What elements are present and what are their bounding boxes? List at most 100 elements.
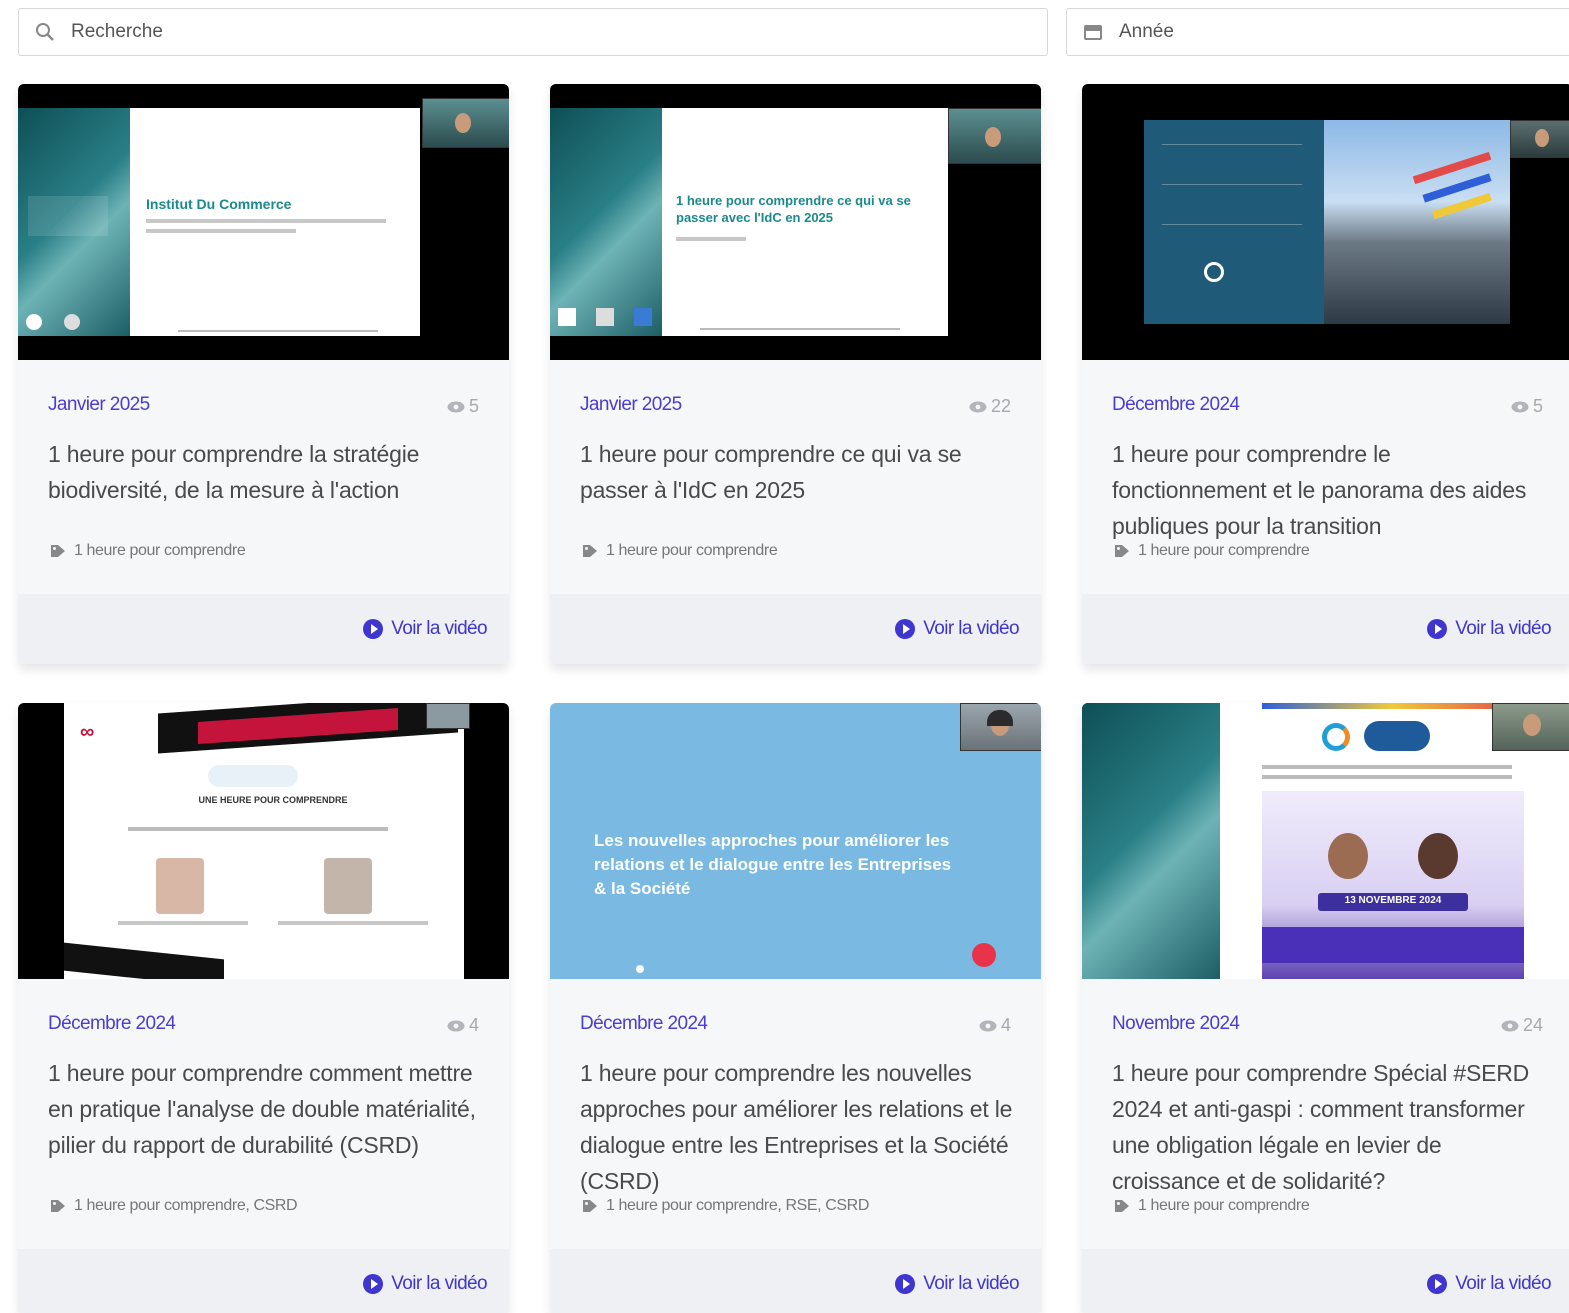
watch-video-label: Voir la vidéo xyxy=(1455,1273,1551,1294)
video-card[interactable]: Les nouvelles approches pour améliorer l… xyxy=(550,703,1041,1313)
tag-icon xyxy=(51,1200,65,1212)
watch-video-label: Voir la vidéo xyxy=(923,618,1019,639)
tags-text: 1 heure pour comprendre, RSE, CSRD xyxy=(606,1197,869,1214)
view-count: 4 xyxy=(447,1015,479,1036)
watch-video-button[interactable]: Voir la vidéo xyxy=(363,618,488,640)
watch-video-label: Voir la vidéo xyxy=(391,618,487,639)
video-title[interactable]: 1 heure pour comprendre le fonctionnemen… xyxy=(1112,436,1545,544)
card-meta: Décembre 2024 5 xyxy=(1112,394,1543,418)
slide-heading: UNE HEURE POUR COMPRENDRE xyxy=(198,795,348,805)
card-footer: Voir la vidéo xyxy=(18,594,509,664)
watch-video-button[interactable]: Voir la vidéo xyxy=(895,618,1020,640)
play-icon xyxy=(895,1274,916,1294)
eye-icon xyxy=(1511,401,1529,412)
video-thumbnail[interactable]: ∞ UNE HEURE POUR COMPRENDRE xyxy=(18,703,509,979)
video-card[interactable]: 13 NOVEMBRE 2024 Novembre 2024 24 1 heur… xyxy=(1082,703,1569,1313)
slide-heading: Institut Du Commerce xyxy=(146,196,292,212)
video-tags: 1 heure pour comprendre xyxy=(1114,542,1553,560)
view-count-value: 24 xyxy=(1522,1015,1543,1035)
play-icon xyxy=(895,619,916,639)
filter-bar xyxy=(18,8,1569,58)
view-count: 24 xyxy=(1501,1015,1543,1036)
view-count-value: 5 xyxy=(468,396,479,416)
slide-heading: Les nouvelles approches pour améliorer l… xyxy=(594,831,952,898)
eye-icon xyxy=(447,401,465,412)
year-filter[interactable] xyxy=(1066,8,1569,56)
video-card[interactable]: ∞ UNE HEURE POUR COMPRENDRE Décembre 202… xyxy=(18,703,509,1313)
watch-video-label: Voir la vidéo xyxy=(1455,618,1551,639)
search-box[interactable] xyxy=(18,8,1048,56)
video-card[interactable]: Institut Du Commerce Janvier 2025 5 1 he… xyxy=(18,84,509,664)
tag-icon xyxy=(583,1200,597,1212)
watch-video-button[interactable]: Voir la vidéo xyxy=(895,1273,1020,1295)
tag-icon xyxy=(51,545,65,557)
video-date: Décembre 2024 xyxy=(580,1013,708,1034)
slide-heading: 1 heure pour comprendre ce qui va se pas… xyxy=(676,193,911,225)
view-count-value: 4 xyxy=(1000,1015,1011,1035)
video-title[interactable]: 1 heure pour comprendre les nouvelles ap… xyxy=(580,1055,1013,1199)
card-meta: Novembre 2024 24 xyxy=(1112,1013,1543,1037)
video-tags: 1 heure pour comprendre xyxy=(50,542,489,560)
view-count: 4 xyxy=(979,1015,1011,1036)
card-footer: Voir la vidéo xyxy=(1082,1249,1569,1313)
video-tags: 1 heure pour comprendre, CSRD xyxy=(50,1197,489,1215)
video-date: Décembre 2024 xyxy=(1112,394,1240,415)
card-footer: Voir la vidéo xyxy=(18,1249,509,1313)
watch-video-button[interactable]: Voir la vidéo xyxy=(1427,1273,1552,1295)
search-input[interactable] xyxy=(71,9,1047,55)
video-thumbnail[interactable]: 1 heure pour comprendre ce qui va se pas… xyxy=(550,84,1041,360)
video-tags: 1 heure pour comprendre, RSE, CSRD xyxy=(582,1197,1021,1215)
eye-icon xyxy=(969,401,987,412)
watch-video-label: Voir la vidéo xyxy=(391,1273,487,1294)
view-count-value: 22 xyxy=(990,396,1011,416)
card-meta: Janvier 2025 5 xyxy=(48,394,479,418)
card-meta: Décembre 2024 4 xyxy=(48,1013,479,1037)
tag-icon xyxy=(583,545,597,557)
view-count: 5 xyxy=(1511,396,1543,417)
view-count-value: 5 xyxy=(1532,396,1543,416)
view-count-value: 4 xyxy=(468,1015,479,1035)
tags-text: 1 heure pour comprendre xyxy=(74,542,246,559)
video-card[interactable]: 1 heure pour comprendre ce qui va se pas… xyxy=(550,84,1041,664)
card-footer: Voir la vidéo xyxy=(550,594,1041,664)
tags-text: 1 heure pour comprendre xyxy=(606,542,778,559)
watch-video-button[interactable]: Voir la vidéo xyxy=(363,1273,488,1295)
video-title[interactable]: 1 heure pour comprendre comment mettre e… xyxy=(48,1055,481,1163)
play-icon xyxy=(1427,619,1448,639)
tag-icon xyxy=(1115,545,1129,557)
watch-video-label: Voir la vidéo xyxy=(923,1273,1019,1294)
video-title[interactable]: 1 heure pour comprendre ce qui va se pas… xyxy=(580,436,1013,508)
video-date: Janvier 2025 xyxy=(48,394,150,415)
tags-text: 1 heure pour comprendre, CSRD xyxy=(74,1197,298,1214)
play-icon xyxy=(1427,1274,1448,1294)
video-date: Janvier 2025 xyxy=(580,394,682,415)
video-thumbnail[interactable]: 13 NOVEMBRE 2024 xyxy=(1082,703,1569,979)
video-date: Décembre 2024 xyxy=(48,1013,176,1034)
video-tags: 1 heure pour comprendre xyxy=(1114,1197,1553,1215)
play-icon xyxy=(363,619,384,639)
play-icon xyxy=(363,1274,384,1294)
watch-video-button[interactable]: Voir la vidéo xyxy=(1427,618,1552,640)
calendar-icon xyxy=(1067,23,1119,41)
view-count: 22 xyxy=(969,396,1011,417)
tag-icon xyxy=(1115,1200,1129,1212)
card-meta: Janvier 2025 22 xyxy=(580,394,1011,418)
card-footer: Voir la vidéo xyxy=(1082,594,1569,664)
video-date: Novembre 2024 xyxy=(1112,1013,1240,1034)
video-card[interactable]: Décembre 2024 5 1 heure pour comprendre … xyxy=(1082,84,1569,664)
view-count: 5 xyxy=(447,396,479,417)
card-footer: Voir la vidéo xyxy=(550,1249,1041,1313)
video-title[interactable]: 1 heure pour comprendre la stratégie bio… xyxy=(48,436,481,508)
video-title[interactable]: 1 heure pour comprendre Spécial #SERD 20… xyxy=(1112,1055,1545,1199)
eye-icon xyxy=(979,1020,997,1031)
slide-heading: 13 NOVEMBRE 2024 xyxy=(1344,895,1442,906)
year-input[interactable] xyxy=(1119,9,1569,55)
video-thumbnail[interactable]: Les nouvelles approches pour améliorer l… xyxy=(550,703,1041,979)
video-thumbnail[interactable]: Institut Du Commerce xyxy=(18,84,509,360)
video-thumbnail[interactable] xyxy=(1082,84,1569,360)
eye-icon xyxy=(1501,1020,1519,1031)
tags-text: 1 heure pour comprendre xyxy=(1138,542,1310,559)
search-icon xyxy=(19,22,71,42)
video-tags: 1 heure pour comprendre xyxy=(582,542,1021,560)
tags-text: 1 heure pour comprendre xyxy=(1138,1197,1310,1214)
